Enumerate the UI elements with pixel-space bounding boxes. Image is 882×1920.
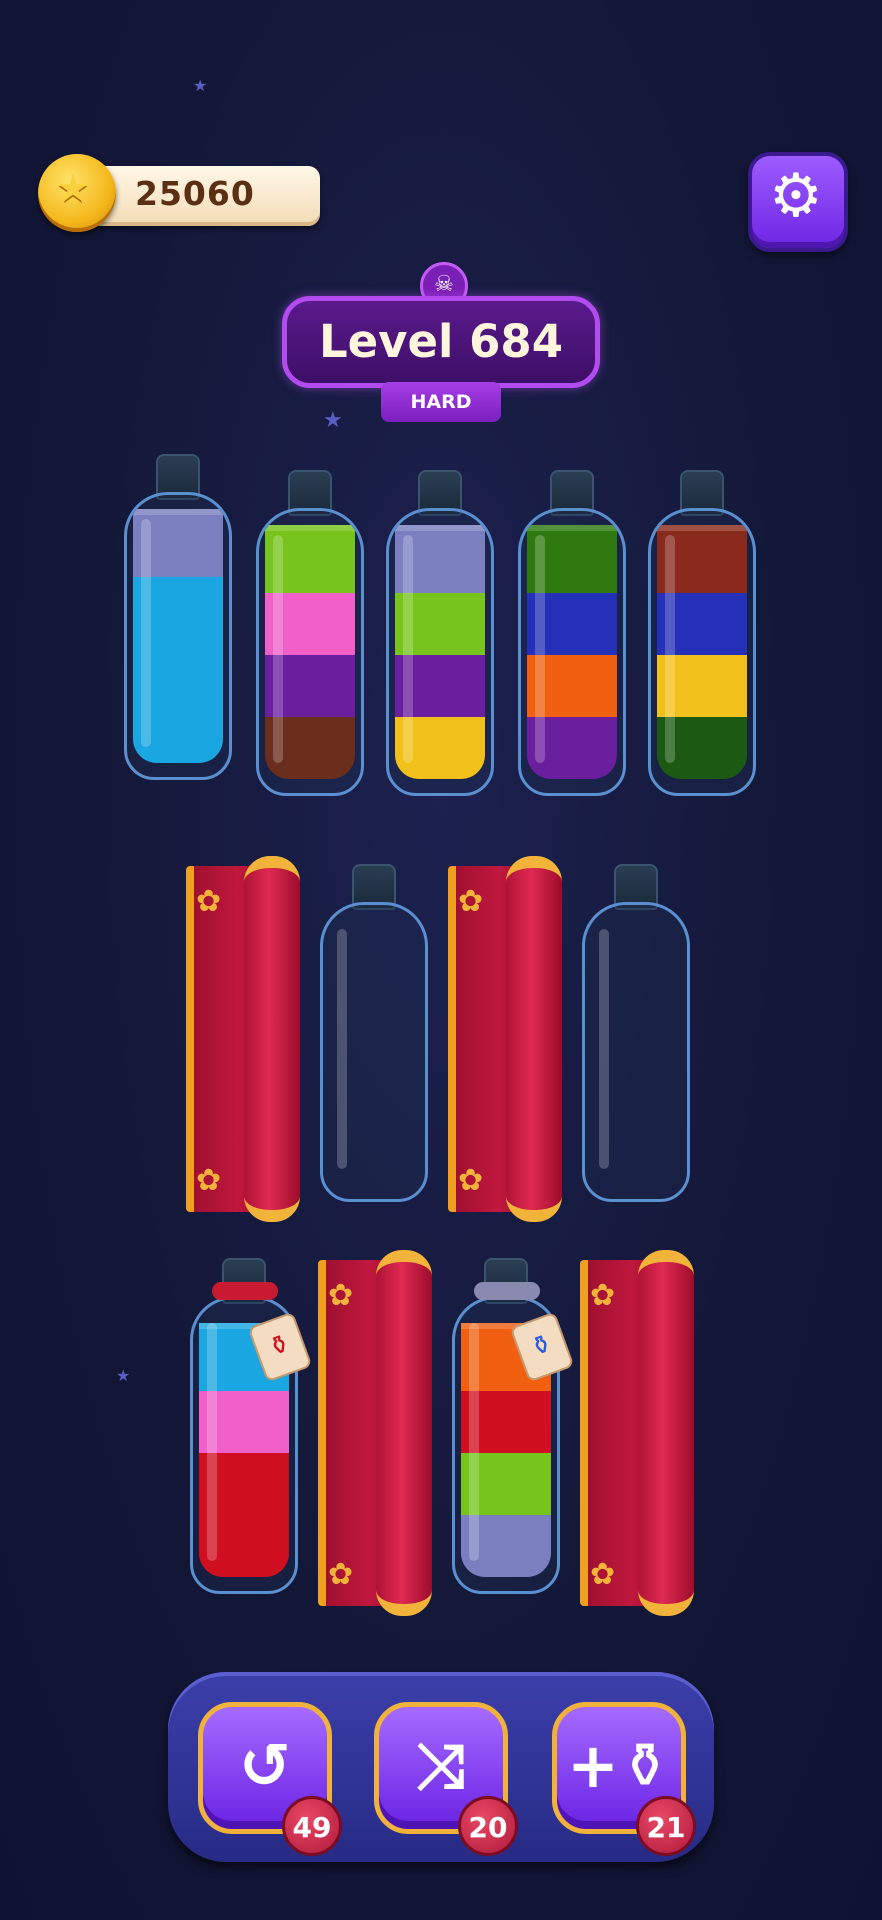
level-title: Level 684: [318, 315, 564, 368]
rope-red: [212, 1282, 278, 1300]
shuffle-icon: ⤨: [416, 1729, 466, 1802]
add-bottle-icon: +⚱: [567, 1729, 671, 1802]
star-decoration: ★: [193, 76, 208, 95]
locked-bottle-blue[interactable]: [452, 1258, 560, 1594]
locked-bottle-red[interactable]: [190, 1258, 298, 1594]
undo-count-badge: 49: [282, 1796, 342, 1856]
coin-counter: ★ 25060: [38, 150, 320, 232]
star-decoration: ★: [323, 408, 343, 433]
locked-curtain[interactable]: ✿ ✿: [448, 856, 562, 1222]
difficulty-badge: HARD: [381, 382, 501, 422]
undo-icon: ↺: [239, 1729, 291, 1802]
coin-amount: 25060: [135, 174, 255, 213]
bottle-2[interactable]: [256, 470, 364, 796]
bottle-4[interactable]: [518, 470, 626, 796]
bottle-1[interactable]: [124, 454, 232, 780]
gear-icon: ⚙: [769, 161, 823, 231]
coin-icon: ★: [38, 154, 116, 232]
shuffle-count-badge: 20: [458, 1796, 518, 1856]
empty-bottle[interactable]: [582, 864, 690, 1202]
bottle-3[interactable]: [386, 470, 494, 796]
locked-curtain[interactable]: ✿ ✿: [318, 1250, 432, 1616]
level-banner: Level 684: [282, 296, 600, 388]
empty-bottle[interactable]: [320, 864, 428, 1202]
settings-button[interactable]: ⚙: [748, 152, 848, 252]
star-decoration: ★: [116, 1366, 131, 1385]
add-bottle-count-badge: 21: [636, 1796, 696, 1856]
bottle-5[interactable]: [648, 470, 756, 796]
locked-curtain[interactable]: ✿ ✿: [186, 856, 300, 1222]
rope-gray: [474, 1282, 540, 1300]
locked-curtain[interactable]: ✿ ✿: [580, 1250, 694, 1616]
